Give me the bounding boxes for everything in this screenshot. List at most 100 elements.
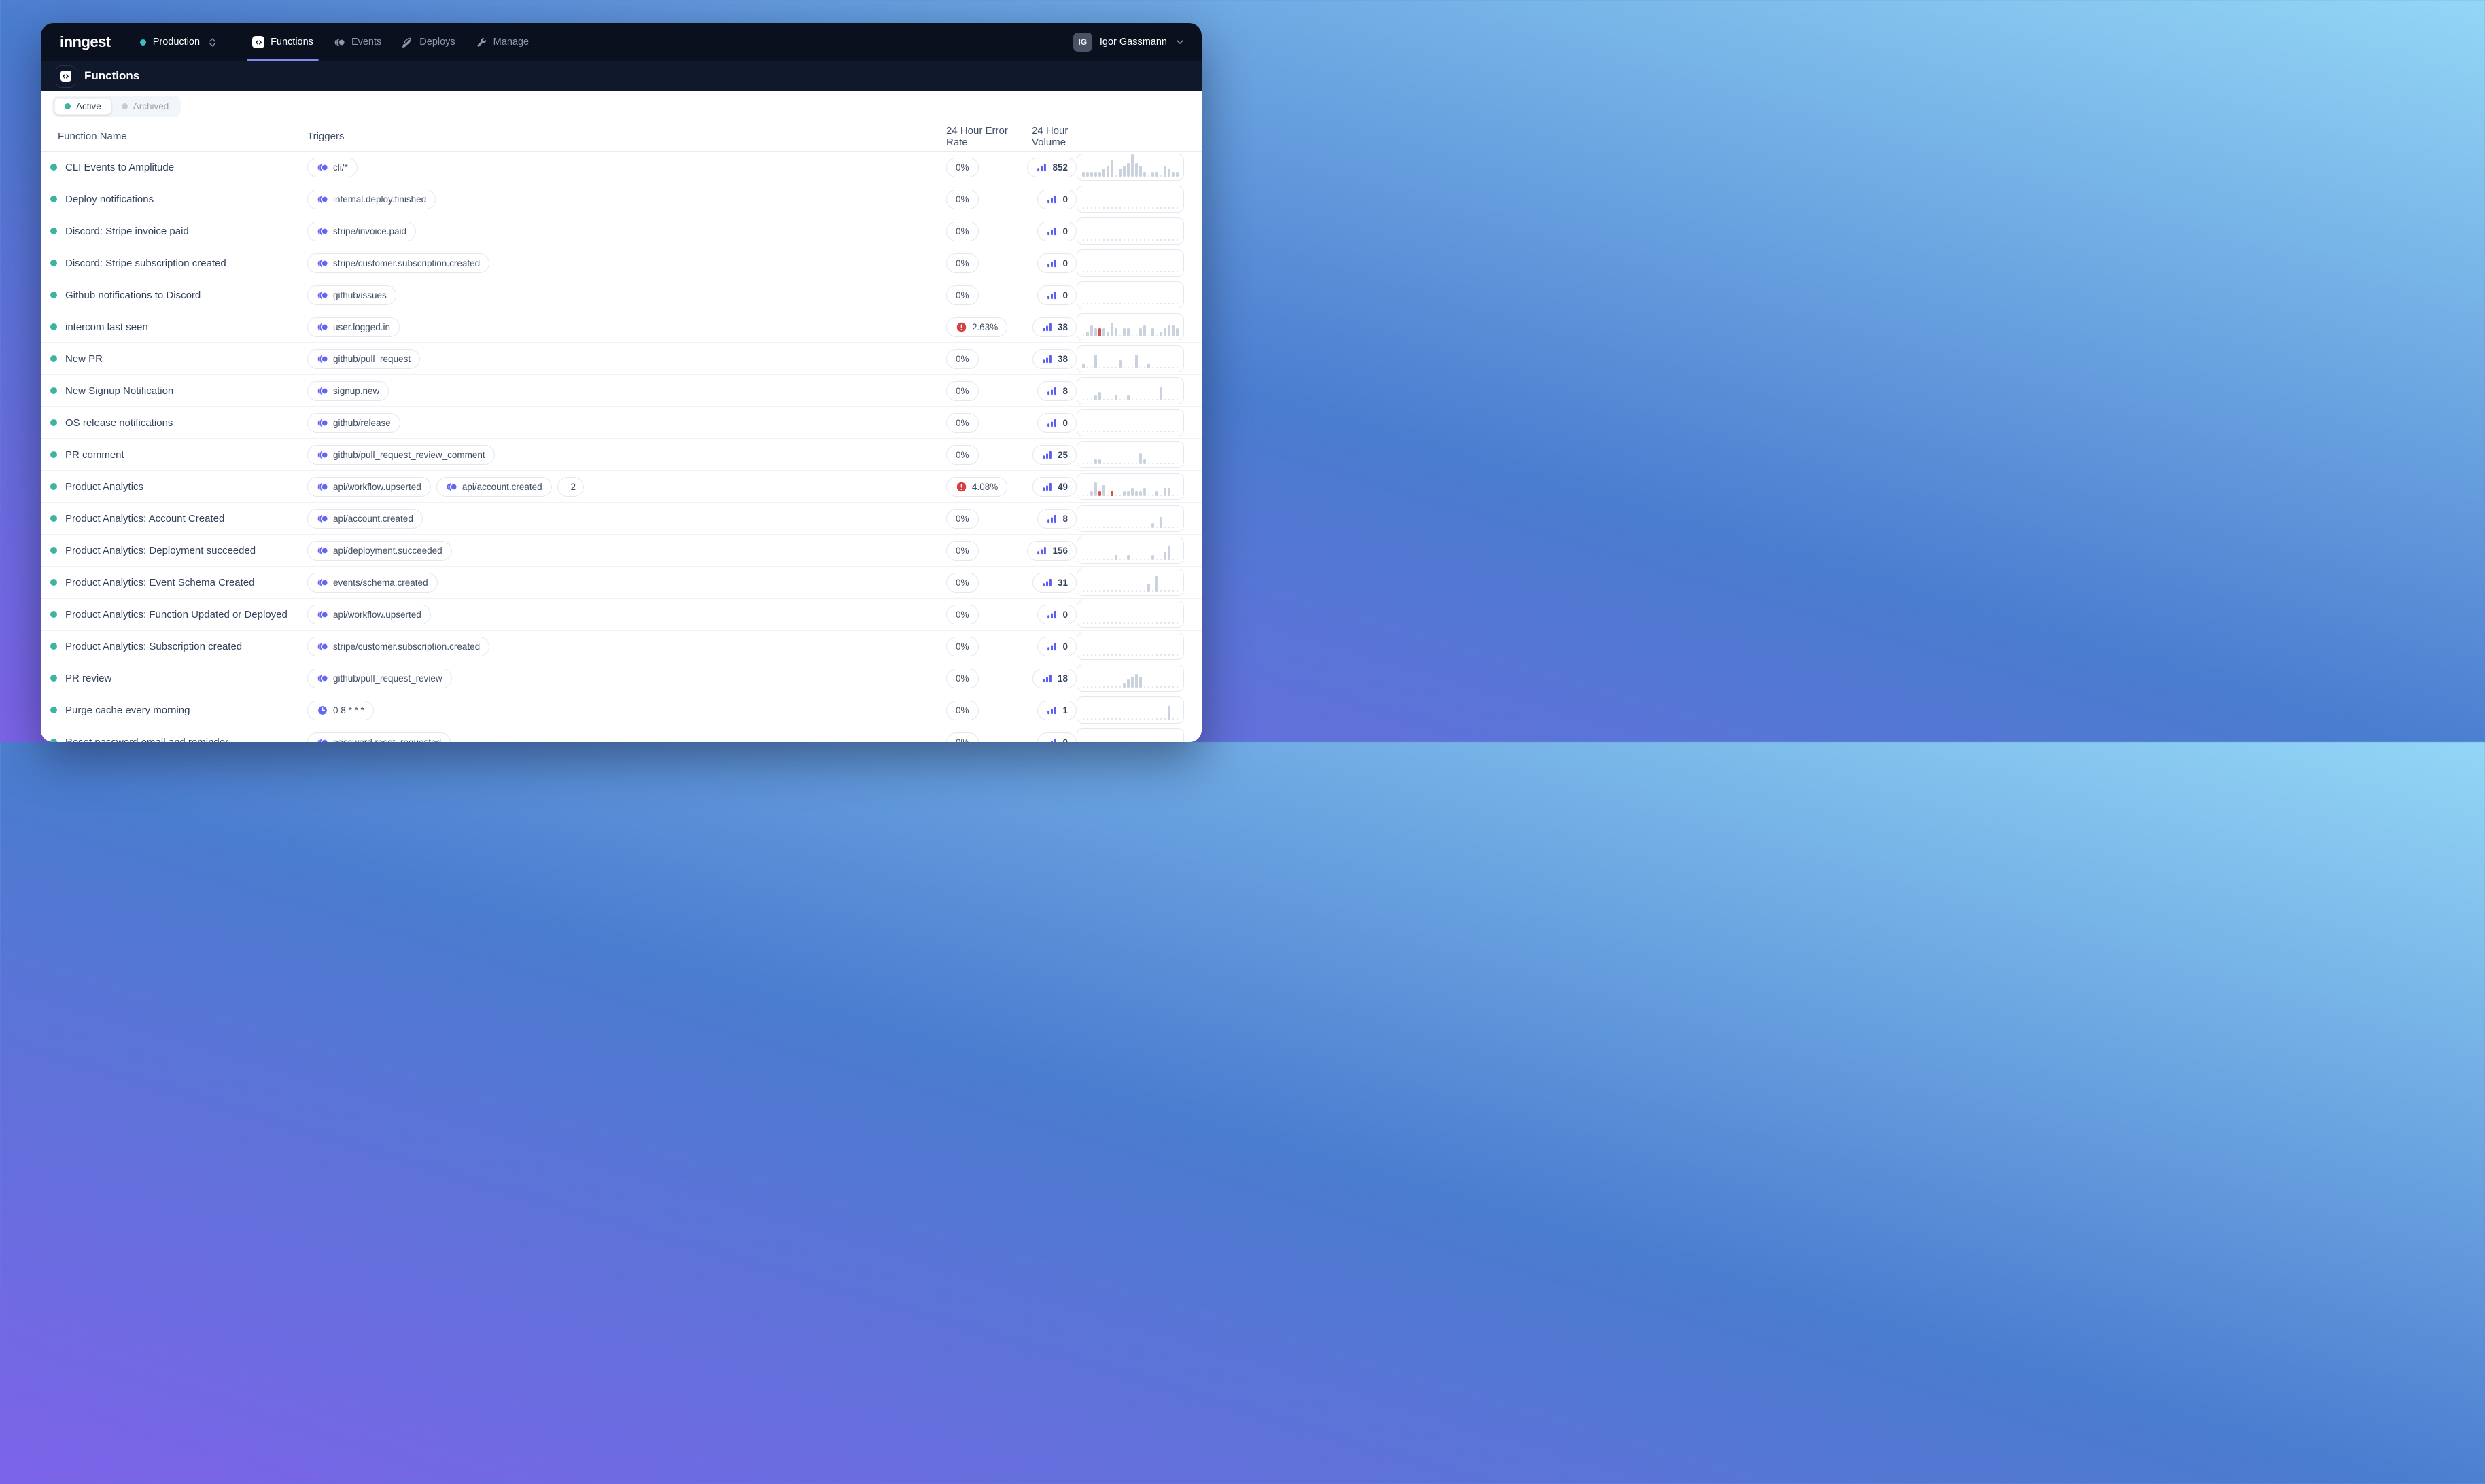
function-row[interactable]: New PR github/pull_request 0% 38 bbox=[41, 343, 1202, 375]
function-row[interactable]: intercom last seen user.logged.in 2.63% … bbox=[41, 311, 1202, 343]
sparkline-empty-dash bbox=[1111, 622, 1113, 624]
sparkline-bar bbox=[1127, 328, 1130, 336]
sparkline-bar bbox=[1168, 488, 1170, 496]
tab-manage[interactable]: Manage bbox=[466, 23, 539, 61]
sparkline-slot bbox=[1098, 303, 1101, 305]
sparkline-slot bbox=[1107, 166, 1109, 177]
function-row[interactable]: CLI Events to Amplitude cli/* 0% 852 bbox=[41, 152, 1202, 183]
sparkline-slot bbox=[1151, 495, 1154, 497]
sparkline-empty-dash bbox=[1148, 271, 1150, 273]
sparkline-empty-dash bbox=[1144, 239, 1146, 241]
function-row[interactable]: Discord: Stripe invoice paid stripe/invo… bbox=[41, 215, 1202, 247]
trigger-label: stripe/customer.subscription.created bbox=[333, 641, 480, 652]
sparkline-empty-dash bbox=[1136, 463, 1138, 465]
function-row[interactable]: Product Analytics: Deployment succeeded … bbox=[41, 535, 1202, 567]
sparkline-empty-dash bbox=[1156, 335, 1158, 337]
function-row[interactable]: PR comment github/pull_request_review_co… bbox=[41, 439, 1202, 471]
tab-events[interactable]: Events bbox=[324, 23, 392, 61]
sparkline-empty-dash bbox=[1083, 686, 1085, 688]
sparkline-slot bbox=[1143, 367, 1146, 369]
functions-page-icon-button[interactable] bbox=[56, 65, 75, 88]
function-row[interactable]: Product Analytics api/workflow.upserteda… bbox=[41, 471, 1202, 503]
sparkline-slot bbox=[1172, 431, 1175, 433]
sparkline-empty-dash bbox=[1087, 303, 1089, 305]
function-row[interactable]: Product Analytics: Function Updated or D… bbox=[41, 599, 1202, 631]
sparkline-empty-dash bbox=[1111, 399, 1113, 401]
sparkline-empty-dash bbox=[1144, 207, 1146, 209]
sparkline-slot bbox=[1119, 399, 1122, 401]
volume-badge: 156 bbox=[1027, 541, 1077, 561]
error-rate-value: 0% bbox=[956, 258, 969, 268]
function-row[interactable]: Reset password email and reminder passwo… bbox=[41, 726, 1202, 742]
sparkline-empty-dash bbox=[1164, 207, 1166, 209]
environment-selector[interactable]: Production bbox=[126, 23, 232, 61]
tab-deploys[interactable]: Deploys bbox=[392, 23, 465, 61]
volume-sparkline bbox=[1077, 505, 1184, 532]
sparkline-empty-dash bbox=[1156, 527, 1158, 529]
sparkline-empty-dash bbox=[1168, 239, 1170, 241]
error-rate-badge: 0% bbox=[946, 509, 979, 529]
sparkline-empty-dash bbox=[1172, 239, 1175, 241]
sparkline-slot bbox=[1094, 527, 1097, 529]
sparkline-empty-dash bbox=[1119, 622, 1122, 624]
sparkline-empty-dash bbox=[1152, 239, 1154, 241]
sparkline-empty-dash bbox=[1083, 495, 1085, 497]
function-row[interactable]: Product Analytics: Event Schema Created … bbox=[41, 567, 1202, 599]
sparkline-slot bbox=[1139, 590, 1142, 593]
sparkline-slot bbox=[1176, 172, 1179, 177]
function-row[interactable]: OS release notifications github/release … bbox=[41, 407, 1202, 439]
function-row[interactable]: Product Analytics: Account Created api/a… bbox=[41, 503, 1202, 535]
sparkline-empty-dash bbox=[1136, 718, 1138, 720]
sparkline-empty-dash bbox=[1144, 399, 1146, 401]
sparkline-empty-dash bbox=[1111, 654, 1113, 656]
tab-functions[interactable]: Functions bbox=[242, 23, 324, 61]
sparkline-bar bbox=[1168, 546, 1170, 560]
function-row[interactable]: Product Analytics: Subscription created … bbox=[41, 631, 1202, 662]
sparkline-slot bbox=[1131, 590, 1134, 593]
volume-value: 8 bbox=[1062, 386, 1068, 396]
function-row[interactable]: Github notifications to Discord github/i… bbox=[41, 279, 1202, 311]
sparkline-slot bbox=[1147, 431, 1150, 433]
sparkline-slot bbox=[1123, 431, 1126, 433]
function-row[interactable]: New Signup Notification signup.new 0% 8 bbox=[41, 375, 1202, 407]
sparkline-slot bbox=[1090, 718, 1093, 720]
trigger-list: events/schema.created bbox=[307, 573, 946, 593]
sparkline-slot bbox=[1164, 399, 1166, 401]
filter-active[interactable]: Active bbox=[54, 98, 111, 115]
archived-status-dot bbox=[122, 103, 128, 109]
function-row[interactable]: Purge cache every morning 0 8 * * * 0% 1 bbox=[41, 694, 1202, 726]
sparkline-slot bbox=[1123, 166, 1126, 177]
function-row[interactable]: Discord: Stripe subscription created str… bbox=[41, 247, 1202, 279]
sparkline-slot bbox=[1135, 207, 1138, 209]
events-icon bbox=[334, 37, 345, 48]
sparkline-slot bbox=[1115, 718, 1117, 720]
sparkline-empty-dash bbox=[1119, 686, 1122, 688]
table-header: Function Name Triggers 24 Hour Error Rat… bbox=[41, 122, 1202, 152]
function-status-dot bbox=[50, 451, 57, 458]
trigger-list: github/issues bbox=[307, 285, 946, 305]
sparkline-slot bbox=[1082, 364, 1085, 368]
more-triggers-badge: +2 bbox=[557, 477, 584, 497]
sparkline-slot bbox=[1143, 207, 1146, 209]
sparkline-empty-dash bbox=[1148, 175, 1150, 177]
sparkline-slot bbox=[1155, 491, 1158, 496]
sparkline-slot bbox=[1131, 303, 1134, 305]
filter-archived[interactable]: Archived bbox=[111, 98, 179, 115]
sparkline-slot bbox=[1155, 431, 1158, 433]
tab-label: Events bbox=[351, 37, 381, 48]
sparkline-empty-dash bbox=[1136, 303, 1138, 305]
sparkline-slot bbox=[1164, 590, 1166, 593]
volume-value: 8 bbox=[1062, 514, 1068, 524]
sparkline-slot bbox=[1176, 654, 1179, 656]
user-menu[interactable]: IG Igor Gassmann bbox=[1069, 23, 1189, 61]
sparkline-slot bbox=[1135, 399, 1138, 401]
sparkline-empty-dash bbox=[1111, 367, 1113, 369]
sparkline-empty-dash bbox=[1168, 431, 1170, 433]
sparkline-bar bbox=[1160, 517, 1162, 528]
function-status-dot bbox=[50, 196, 57, 202]
sparkline-slot bbox=[1127, 239, 1130, 241]
function-row[interactable]: PR review github/pull_request_review 0% … bbox=[41, 662, 1202, 694]
function-row[interactable]: Deploy notifications internal.deploy.fin… bbox=[41, 183, 1202, 215]
sparkline-slot bbox=[1090, 399, 1093, 401]
function-name: PR comment bbox=[65, 449, 124, 461]
